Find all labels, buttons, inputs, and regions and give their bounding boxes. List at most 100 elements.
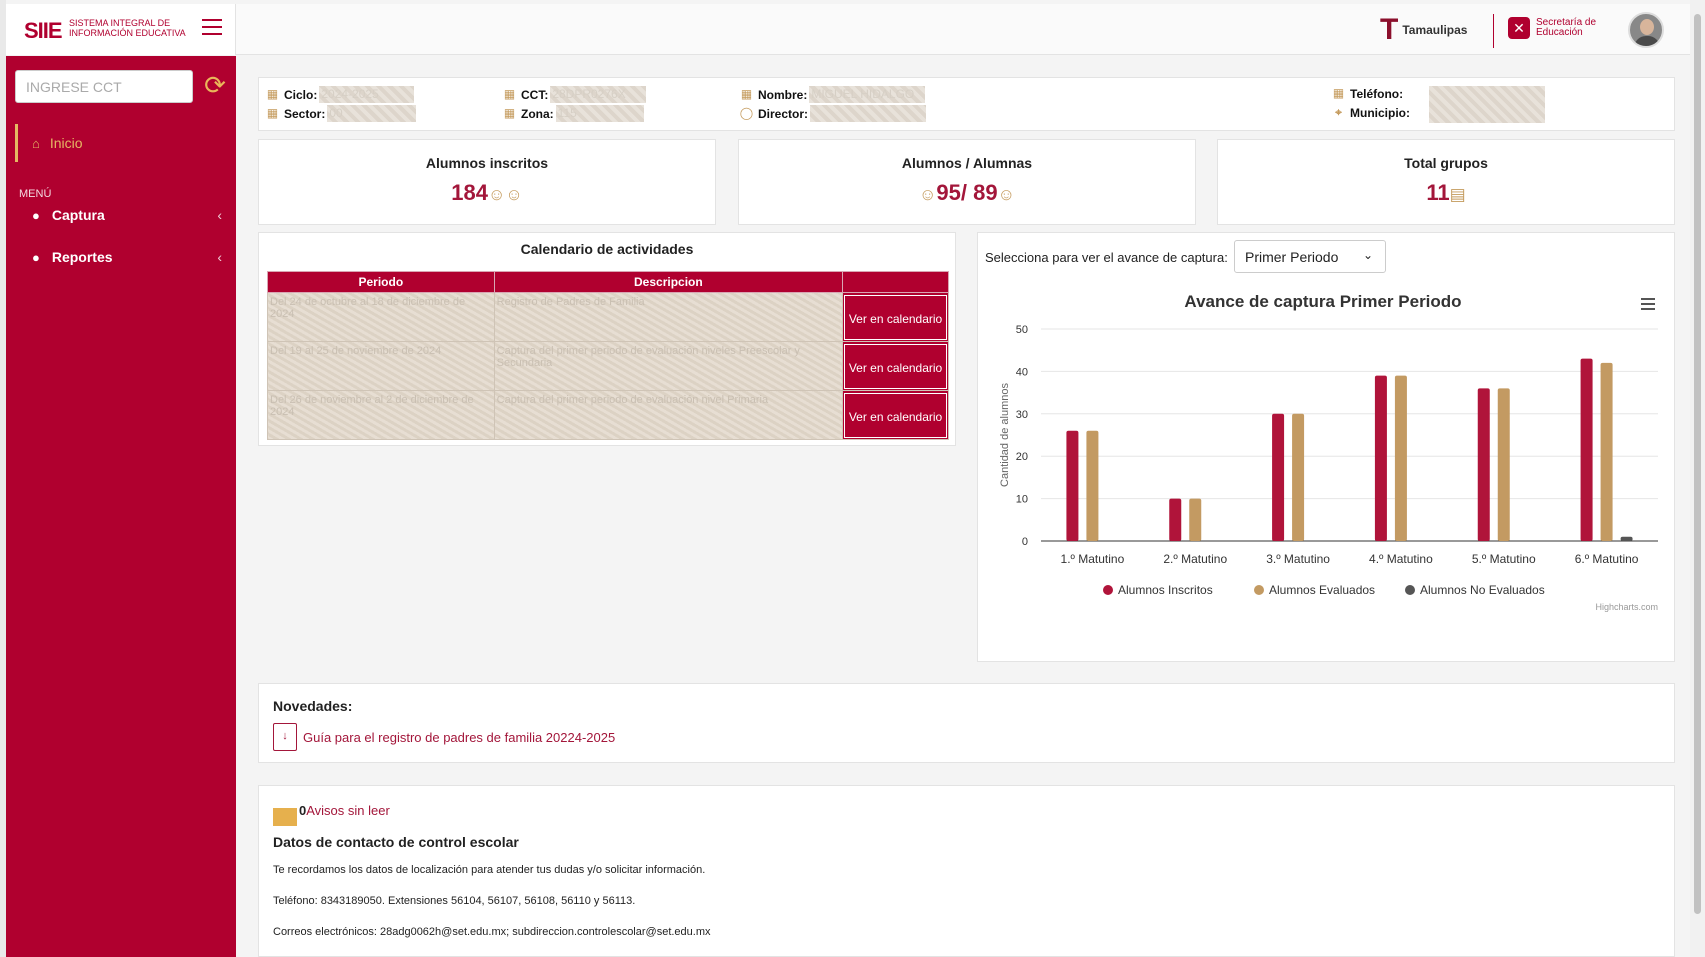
- sidebar-item-label: Reportes: [51, 249, 113, 265]
- x-tick-label: 2.º Matutino: [1163, 552, 1227, 566]
- legend-item: Alumnos Inscritos: [1118, 583, 1213, 597]
- chart-credits: Highcharts.com: [1595, 602, 1658, 612]
- bar: [1580, 358, 1593, 541]
- ciclo-field: ▦ Ciclo: 2024-2025: [265, 86, 415, 103]
- sidebar: ⟳ ⌂ Inicio MENÚ ● Captura ‹ ● Reportes ‹: [6, 56, 236, 957]
- bar: [1394, 375, 1407, 541]
- descripcion-cell: Captura del primer periodo de evaluación…: [493, 390, 844, 440]
- stat-inscritos: Alumnos inscritos 184☺☺: [258, 139, 716, 225]
- unread-count: 0: [299, 803, 307, 818]
- x-tick-label: 3.º Matutino: [1266, 552, 1330, 566]
- logo-divider: [1493, 14, 1494, 48]
- capture-progress-panel: Selecciona para ver el avance de captura…: [977, 232, 1675, 662]
- y-axis-label: Cantidad de alumnos: [999, 383, 1011, 487]
- sector-value: 00: [327, 105, 417, 122]
- legend-item: Alumnos Evaluados: [1269, 583, 1375, 597]
- x-tick-label: 6.º Matutino: [1575, 552, 1639, 566]
- contact-redacted: [1429, 86, 1545, 123]
- sidebar-item-inicio[interactable]: ⌂ Inicio: [15, 124, 236, 162]
- secretaria-logo: ✕ Secretaría de Educación: [1508, 17, 1598, 39]
- chevron-down-icon: ⌄: [1362, 248, 1373, 262]
- cct-search-input[interactable]: [15, 70, 193, 103]
- unread-label[interactable]: Avisos sin leer: [306, 803, 390, 818]
- school-icon: ▦: [740, 87, 753, 101]
- bar: [1272, 413, 1285, 541]
- tamaulipas-logo: T Tamaulipas: [1380, 13, 1468, 46]
- school-icon: ▦: [266, 87, 279, 101]
- y-tick-label: 20: [1016, 451, 1028, 463]
- school-icon: ▦: [503, 87, 516, 101]
- sidebar-item-label: Captura: [51, 207, 105, 223]
- unread-notices[interactable]: 0 Avisos sin leer: [273, 803, 390, 826]
- ciclo-value: 2024-2025: [319, 86, 415, 103]
- nombre-field: ▦ Nombre: MIGUEL HIDALGO: [739, 86, 926, 103]
- girl-icon: ☺: [997, 185, 1015, 204]
- nombre-value: MIGUEL HIDALGO: [809, 86, 926, 103]
- chart-menu-icon: [1641, 308, 1655, 310]
- news-panel: Novedades: ↓ Guía para el registro de pa…: [258, 683, 1675, 763]
- descripcion-cell: Captura del primer periodo de evaluación…: [493, 341, 844, 391]
- calendar-title: Calendario de actividades: [520, 241, 694, 257]
- contact-phone: Teléfono: 8343189050. Extensiones 56104,…: [273, 895, 636, 907]
- stat-value: 184☺☺: [451, 180, 523, 205]
- contact-emails: Correos electrónicos: 28adg0062h@set.edu…: [273, 926, 711, 938]
- periodo-cell: Del 19 al 25 de noviembre de 2024: [267, 341, 495, 391]
- ver-en-calendario-button[interactable]: Ver en calendario: [844, 294, 947, 340]
- table-row: Del 24 de octubre al 18 de diciembre de …: [267, 292, 949, 342]
- menu-heading: MENÚ: [19, 188, 52, 200]
- bar: [1600, 362, 1613, 541]
- column-header: [842, 271, 949, 293]
- hamburger-menu-icon[interactable]: [202, 19, 222, 40]
- siie-subtitle: SISTEMA INTEGRAL DE INFORMACIÓN EDUCATIV…: [69, 18, 186, 38]
- bar: [1620, 536, 1633, 541]
- stat-total-grupos: Total grupos 11▤: [1217, 139, 1675, 225]
- school-icon: ▦: [503, 106, 516, 120]
- chevron-left-icon: ‹: [217, 249, 222, 265]
- bar: [1374, 375, 1387, 541]
- bar: [1477, 388, 1490, 541]
- y-tick-label: 40: [1016, 366, 1028, 378]
- map-pin-icon: ⌖: [1335, 105, 1342, 119]
- bar: [1292, 413, 1305, 541]
- news-title: Novedades:: [273, 698, 353, 714]
- period-select[interactable]: Primer Periodo ⌄: [1234, 240, 1386, 273]
- column-header: Descripcion: [493, 271, 844, 293]
- school-icon: ▦: [266, 106, 279, 120]
- contact-panel: 0 Avisos sin leer Datos de contacto de c…: [258, 785, 1675, 957]
- top-bar: SIIE SISTEMA INTEGRAL DE INFORMACIÓN EDU…: [6, 4, 1690, 55]
- sidebar-item-label: Inicio: [49, 135, 83, 151]
- stat-alumnos-alumnas: Alumnos / Alumnas ☺95/ 89☺: [738, 139, 1196, 225]
- school-icon: ▦: [1332, 86, 1345, 100]
- siie-logo: SIIE: [24, 18, 63, 43]
- column-header: Periodo: [267, 271, 495, 293]
- periodo-cell: Del 26 de noviembre al 2 de diciembre de…: [267, 390, 495, 440]
- boy-icon: ☺: [919, 185, 937, 204]
- legend-marker: [1405, 585, 1415, 595]
- drop-icon: ●: [32, 249, 40, 265]
- y-tick-label: 10: [1016, 494, 1028, 506]
- document-download-icon: ↓: [273, 723, 297, 751]
- user-avatar[interactable]: [1628, 12, 1664, 48]
- sidebar-item-captura[interactable]: ● Captura ‹: [32, 200, 222, 230]
- y-tick-label: 0: [1022, 536, 1028, 548]
- chart-menu-icon: [1641, 298, 1655, 300]
- news-link-text[interactable]: Guía para el registro de padres de famil…: [303, 730, 615, 745]
- activities-calendar: Calendario de actividades Periodo Descri…: [258, 232, 956, 446]
- bar: [1066, 430, 1079, 541]
- table-row: Del 26 de noviembre al 2 de diciembre de…: [267, 390, 949, 440]
- news-link[interactable]: ↓ Guía para el registro de padres de fam…: [273, 723, 615, 751]
- cct-field: ▦ CCT: 28DPR0276X: [502, 86, 647, 103]
- page-scrollbar[interactable]: [1690, 0, 1705, 957]
- ver-en-calendario-button[interactable]: Ver en calendario: [844, 392, 947, 438]
- cct-value: 28DPR0276X: [550, 86, 647, 103]
- zona-field: ▦ Zona: 115: [502, 105, 644, 122]
- table-row: Del 19 al 25 de noviembre de 2024 Captur…: [267, 341, 949, 391]
- legend-item: Alumnos No Evaluados: [1420, 583, 1545, 597]
- ver-en-calendario-button[interactable]: Ver en calendario: [844, 343, 947, 389]
- home-icon: ⌂: [32, 135, 40, 151]
- zona-value: 115: [555, 105, 644, 122]
- capture-chart: Avance de captura Primer Periodo 0 10 20 30 4…: [986, 286, 1668, 642]
- chart-title: Avance de captura Primer Periodo: [1184, 292, 1461, 311]
- refresh-icon[interactable]: ⟳: [200, 70, 230, 100]
- sidebar-item-reportes[interactable]: ● Reportes ‹: [32, 242, 222, 272]
